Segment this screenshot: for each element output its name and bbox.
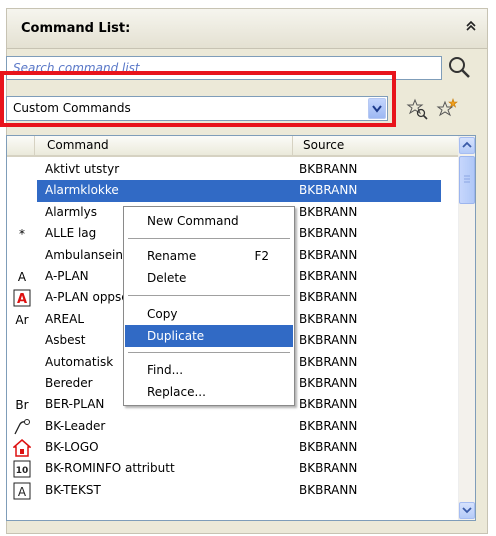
command-icon	[13, 161, 31, 179]
table-row[interactable]: Alarmklokke BKBRANN	[7, 180, 459, 202]
command-icon: Br	[15, 398, 29, 413]
command-cell: BK-ROMINFO attributt	[45, 461, 175, 476]
command-icon: 10	[13, 460, 31, 478]
command-cell: Alarmklokke	[37, 180, 293, 202]
menu-separator	[128, 352, 290, 353]
source-cell: BKBRANN	[299, 375, 358, 390]
source-cell: BKBRANN	[299, 268, 358, 283]
table-row[interactable]: 10 BK-ROMINFO attributt BKBRANN	[7, 458, 459, 479]
scroll-down-button[interactable]	[459, 502, 475, 519]
menu-separator	[128, 295, 290, 296]
menu-shortcut: F2	[254, 249, 269, 263]
magnifier-icon[interactable]	[446, 54, 474, 82]
command-icon	[13, 375, 31, 393]
source-cell: BKBRANN	[299, 204, 358, 219]
panel-title: Command List:	[21, 21, 131, 36]
menu-label: Replace...	[147, 385, 206, 399]
command-icon	[13, 182, 31, 200]
command-icon: A	[17, 269, 27, 284]
source-cell: BKBRANN	[299, 397, 358, 412]
menu-item-new-command[interactable]: New Command	[125, 210, 293, 232]
source-cell: BKBRANN	[299, 461, 358, 476]
table-row[interactable]: Aktivt utstyr BKBRANN	[7, 159, 459, 180]
source-cell: BKBRANN	[299, 440, 358, 455]
source-cell: BKBRANN	[299, 162, 358, 176]
collapse-icon[interactable]	[461, 19, 481, 39]
source-cell: BKBRANN	[299, 482, 358, 497]
menu-label: Duplicate	[147, 329, 205, 343]
command-icon: Ar	[15, 312, 29, 327]
vertical-scrollbar[interactable]	[458, 136, 475, 520]
source-cell: BKBRANN	[299, 290, 358, 305]
table-row[interactable]: BK-LOGO BKBRANN	[7, 437, 459, 458]
list-header: Command Source	[7, 136, 459, 157]
command-icon	[13, 418, 31, 436]
command-cell: BK-Leader	[45, 418, 106, 433]
command-icon	[13, 332, 31, 350]
command-cell: Aktivt utstyr	[45, 162, 120, 176]
svg-text:A: A	[17, 292, 27, 307]
menu-separator	[128, 238, 290, 239]
column-header-icon[interactable]	[7, 136, 35, 155]
command-cell: BK-LOGO	[45, 440, 99, 455]
menu-item-duplicate[interactable]: Duplicate	[125, 325, 293, 347]
column-header-source[interactable]: Source	[293, 136, 459, 155]
table-row[interactable]: A BK-TEKST BKBRANN	[7, 480, 459, 501]
command-icon	[13, 354, 31, 372]
menu-item-delete[interactable]: Delete	[125, 267, 293, 289]
source-cell: BKBRANN	[293, 180, 441, 202]
panel-header[interactable]: Command List:	[7, 9, 487, 49]
star-search-icon[interactable]	[406, 98, 428, 120]
source-cell: BKBRANN	[299, 247, 358, 262]
menu-label: New Command	[147, 214, 239, 228]
column-header-command[interactable]: Command	[35, 136, 293, 155]
command-cell: BK-TEKST	[45, 482, 101, 497]
context-menu: New Command Rename F2 Delete Copy Duplica…	[123, 206, 295, 406]
command-icon	[13, 247, 31, 265]
menu-label: Rename	[147, 249, 197, 263]
source-cell: BKBRANN	[299, 311, 358, 326]
menu-item-replace[interactable]: Replace...	[125, 381, 293, 403]
menu-item-rename[interactable]: Rename F2	[125, 245, 293, 267]
source-cell: BKBRANN	[299, 333, 358, 348]
source-cell: BKBRANN	[299, 226, 358, 241]
table-row[interactable]: BK-Leader BKBRANN	[7, 416, 459, 437]
menu-label: Delete	[147, 271, 187, 285]
star-new-icon[interactable]	[436, 98, 458, 120]
command-icon: *	[19, 227, 25, 242]
command-icon	[13, 204, 31, 222]
command-icon: A	[13, 289, 31, 307]
command-icon	[12, 439, 32, 457]
menu-label: Copy	[147, 307, 178, 321]
scroll-up-button[interactable]	[459, 137, 475, 154]
menu-label: Find...	[147, 363, 184, 377]
source-cell: BKBRANN	[299, 418, 358, 433]
svg-text:10: 10	[16, 466, 29, 476]
menu-item-find[interactable]: Find...	[125, 359, 293, 381]
menu-item-copy[interactable]: Copy	[125, 303, 293, 325]
source-cell: BKBRANN	[299, 354, 358, 369]
highlight-annotation-box	[0, 71, 396, 127]
scroll-thumb[interactable]	[459, 156, 475, 204]
svg-text:A: A	[18, 485, 27, 499]
command-icon: A	[13, 482, 31, 500]
